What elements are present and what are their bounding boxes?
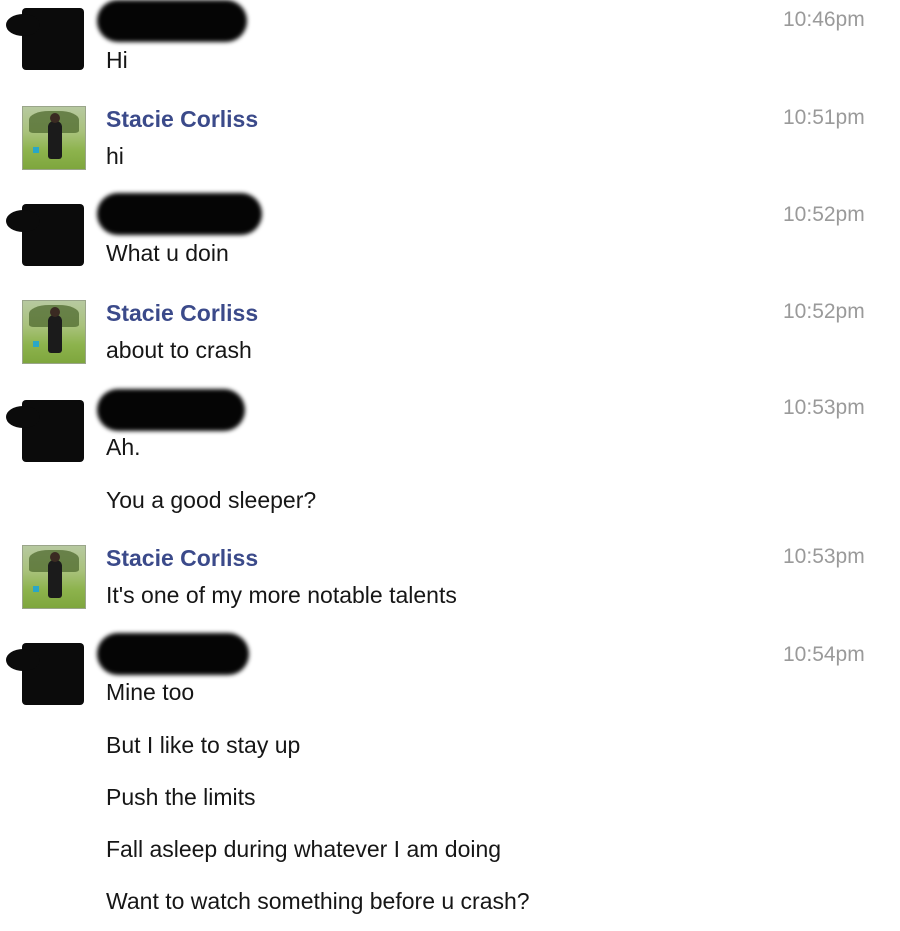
avatar-badge-icon	[33, 147, 39, 153]
sender-name-redacted	[97, 0, 247, 42]
sender-name[interactable]: Stacie Corliss	[106, 106, 258, 133]
sender-name-redacted	[97, 389, 245, 431]
message-text: Mine too	[106, 679, 195, 705]
message-text: It's one of my more notable talents	[106, 582, 457, 608]
avatar-photo-person	[48, 560, 62, 598]
message-text: Push the limits	[106, 784, 256, 810]
message-timestamp: 10:52pm	[783, 203, 865, 226]
message-text: Ah.	[106, 434, 141, 460]
message-timestamp: 10:53pm	[783, 396, 865, 419]
message-text: about to crash	[106, 337, 252, 363]
avatar-photo-head	[50, 113, 60, 123]
message-text: hi	[106, 143, 124, 169]
message-text: Fall asleep during whatever I am doing	[106, 836, 502, 862]
avatar-redacted[interactable]	[6, 204, 84, 266]
avatar[interactable]	[22, 106, 86, 170]
sender-name[interactable]: Stacie Corliss	[106, 300, 258, 327]
message-timestamp: 10:52pm	[783, 300, 865, 323]
message-text: You a good sleeper?	[106, 487, 317, 513]
message-timestamp: 10:53pm	[783, 545, 865, 568]
avatar-redacted[interactable]	[6, 400, 84, 462]
message-text: But I like to stay up	[106, 732, 301, 758]
avatar-badge-icon	[33, 586, 39, 592]
message-timestamp: 10:54pm	[783, 643, 865, 666]
message-text: What u doin	[106, 240, 229, 266]
avatar-badge-icon	[33, 341, 39, 347]
avatar-photo-person	[48, 315, 62, 353]
avatar[interactable]	[22, 545, 86, 609]
message-text: Hi	[106, 47, 128, 73]
message-text: Want to watch something before u crash?	[106, 888, 530, 914]
avatar-photo-person	[48, 121, 62, 159]
avatar-redacted[interactable]	[6, 643, 84, 705]
message-timestamp: 10:46pm	[783, 8, 865, 31]
message-timestamp: 10:51pm	[783, 106, 865, 129]
avatar[interactable]	[22, 300, 86, 364]
avatar-photo-head	[50, 307, 60, 317]
avatar-redacted[interactable]	[6, 8, 84, 70]
avatar-photo-head	[50, 552, 60, 562]
sender-name-redacted	[97, 633, 249, 675]
sender-name[interactable]: Stacie Corliss	[106, 545, 258, 572]
sender-name-redacted	[97, 193, 262, 235]
